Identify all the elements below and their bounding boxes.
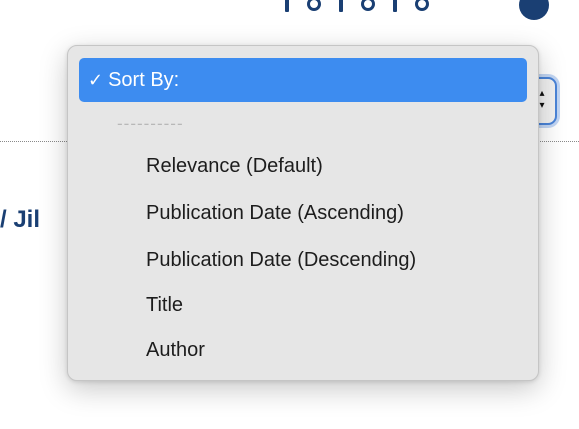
toolbar-glyph-icon[interactable] (393, 0, 397, 12)
toolbar-glyph-icon[interactable] (415, 0, 429, 11)
result-heading[interactable]: / Jil (0, 206, 40, 234)
toolbar-glyph-icon[interactable] (307, 0, 321, 11)
sort-option-date-descending[interactable]: Publication Date (Descending) (146, 248, 416, 272)
sort-option-date-ascending[interactable]: Publication Date (Ascending) (146, 201, 404, 225)
sort-option-title[interactable]: Title (146, 293, 183, 317)
menu-separator: ---------- (117, 114, 184, 133)
sort-dropdown-menu: ✓ Sort By: ---------- Relevance (Default… (67, 45, 539, 381)
page: ▴ ▾ / Jil ✓ Sort By: ---------- Relevance… (0, 0, 579, 429)
sort-option-relevance[interactable]: Relevance (Default) (146, 154, 323, 178)
toolbar-circle-icon[interactable] (519, 0, 549, 20)
toolbar-glyph-icon[interactable] (285, 0, 289, 12)
sort-option-author[interactable]: Author (146, 338, 205, 362)
checkmark-icon: ✓ (88, 69, 104, 91)
sort-option-label: Sort By: (108, 68, 180, 91)
sort-option-sort-by[interactable]: ✓ Sort By: (79, 58, 527, 102)
top-toolbar-icons (285, 0, 429, 16)
toolbar-glyph-icon[interactable] (361, 0, 375, 11)
toolbar-glyph-icon[interactable] (339, 0, 343, 12)
